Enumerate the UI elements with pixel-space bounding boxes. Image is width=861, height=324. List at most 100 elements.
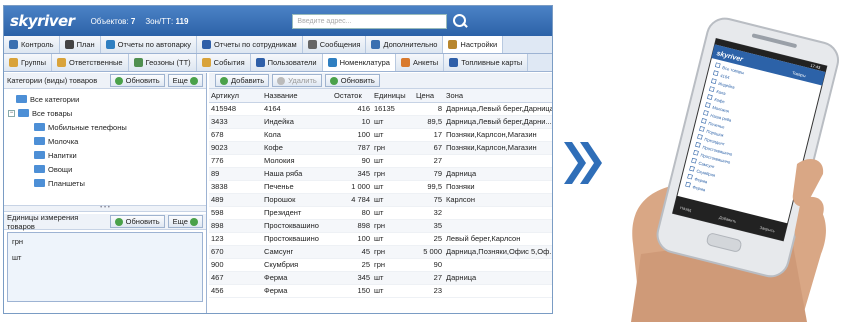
- table-row[interactable]: 900 Скумбрия 25 грн 90: [209, 258, 552, 272]
- table-row[interactable]: 678 Кола 100 шт 17 Позняки,Карлсон,Магазин: [209, 128, 552, 142]
- table-cell: Кола: [262, 128, 332, 142]
- table-cell: Дарница,Левый берег,Дарница: [444, 102, 553, 116]
- sub-tab-label: Анкеты: [412, 58, 439, 67]
- table-cell: [444, 284, 552, 298]
- objects-label: Объектов:: [90, 16, 129, 26]
- table-row[interactable]: 489 Порошок 4 784 шт 75 Карлсон: [209, 193, 552, 207]
- objects-value: 7: [130, 16, 136, 26]
- sub-tab-7[interactable]: Топливные карты: [444, 54, 529, 71]
- units-header: Единицы измерения товаров Обновить Еще: [4, 213, 206, 231]
- table-cell: шт: [372, 284, 414, 298]
- main-tab-3[interactable]: Отчеты по сотрудникам: [197, 36, 303, 53]
- table-cell: [444, 154, 552, 168]
- search-icon[interactable]: [452, 13, 468, 29]
- collapse-icon[interactable]: −: [8, 109, 15, 117]
- tree-node-label: Все категории: [30, 94, 80, 104]
- units-refresh-label: Обновить: [125, 217, 160, 226]
- column-header[interactable]: Цена: [414, 89, 444, 103]
- tree-node-label: Молочка: [48, 136, 79, 146]
- phone-illustration: skyriver Товары 17:43 Назад Добавить Зак…: [631, 17, 840, 322]
- users-icon: [255, 58, 265, 67]
- refresh-icon: [329, 76, 338, 85]
- table-row[interactable]: 3838 Печенье 1 000 шт 99,5 Позняки: [209, 180, 552, 194]
- table-row[interactable]: 898 Простоквашино 898 грн 35: [209, 219, 552, 233]
- splitter-handle[interactable]: • • •: [4, 205, 206, 212]
- items-refresh-button[interactable]: Обновить: [324, 74, 380, 87]
- list-item[interactable]: шт: [12, 253, 198, 269]
- table-row[interactable]: 123 Простоквашино 100 шт 25 Левый берег,Карлс…: [209, 232, 552, 246]
- sub-tab-6[interactable]: Анкеты: [395, 54, 445, 71]
- search-icon: [9, 40, 18, 49]
- categories-more-button[interactable]: Еще: [167, 74, 203, 87]
- tree-node[interactable]: − Все товары: [8, 106, 206, 120]
- settings-icon: [448, 40, 458, 49]
- folder-icon: [16, 95, 27, 103]
- table-cell: грн: [372, 141, 414, 155]
- table-row[interactable]: 3433 Индейка 10 шт 89,5 Дарница,Левый берег,Д…: [209, 115, 552, 129]
- people-icon: [202, 40, 212, 49]
- sub-tab-5[interactable]: Номенклатура: [322, 54, 396, 71]
- tree-node[interactable]: Мобильные телефоны: [8, 120, 206, 134]
- table-cell: 89,5: [414, 115, 444, 129]
- main-tab-4[interactable]: Сообщения: [302, 36, 367, 53]
- categories-refresh-button[interactable]: Обновить: [109, 74, 165, 87]
- plus-icon: [220, 76, 228, 85]
- sub-tab-4[interactable]: Пользователи: [250, 54, 323, 71]
- main-tab-label: Контроль: [21, 40, 54, 49]
- delete-button[interactable]: Удалить: [272, 74, 322, 87]
- column-header[interactable]: Единицы: [372, 89, 414, 103]
- tree-node[interactable]: Молочка: [8, 134, 206, 148]
- tree-node[interactable]: Овощи: [8, 162, 206, 176]
- list-item[interactable]: грн: [12, 237, 198, 253]
- table-cell: грн: [372, 219, 414, 233]
- tree-node-label: Планшеты: [48, 178, 85, 188]
- table-row[interactable]: 9023 Кофе 787 грн 67 Позняки,Карлсон,Магазин: [209, 141, 552, 155]
- table-cell: 415948: [209, 102, 262, 116]
- sub-tab-1[interactable]: Ответственные: [52, 54, 129, 71]
- table-cell: Ферма: [262, 284, 332, 298]
- sub-tab-2[interactable]: Геозоны (ТТ): [128, 54, 197, 71]
- sub-tab-3[interactable]: События: [196, 54, 251, 71]
- table-cell: 32: [414, 206, 444, 220]
- table-row[interactable]: 467 Ферма 345 шт 27 Дарница: [209, 271, 552, 285]
- units-refresh-button[interactable]: Обновить: [109, 215, 165, 228]
- tree-node[interactable]: Все категории: [8, 92, 206, 106]
- table-cell: Самсунг: [262, 245, 332, 259]
- address-search-input[interactable]: Введите адрес...: [292, 13, 448, 29]
- sub-tab-0[interactable]: Группы: [4, 54, 52, 71]
- add-button[interactable]: Добавить: [215, 74, 270, 87]
- main-tab-5[interactable]: Дополнительно: [366, 36, 444, 53]
- nomenclature-icon: [327, 58, 337, 67]
- column-header[interactable]: Артикул: [209, 89, 262, 103]
- sub-tab-label: События: [213, 58, 245, 67]
- main-tab-2[interactable]: Отчеты по автопарку: [100, 36, 198, 53]
- categories-more-label: Еще: [172, 76, 188, 85]
- table-cell: Карлсон: [444, 193, 552, 207]
- sub-tab-label: Пользователи: [267, 58, 317, 67]
- sub-tab-label: Номенклатура: [339, 58, 390, 67]
- table-cell: 25: [332, 258, 372, 272]
- folder-icon: [9, 58, 18, 67]
- pencil-icon: [64, 40, 74, 49]
- folder-icon: [18, 109, 29, 117]
- card-icon: [449, 58, 459, 67]
- table-row[interactable]: 415948 4164 416 16135 8 Дарница,Левый берег,Д…: [209, 102, 553, 116]
- table-row[interactable]: 598 Президент 80 шт 32: [209, 206, 552, 220]
- main-tab-6[interactable]: Настройки: [443, 36, 504, 53]
- table-cell: 900: [209, 258, 262, 272]
- table-row[interactable]: 776 Молокия 90 шт 27: [209, 154, 552, 168]
- column-header[interactable]: Название: [262, 89, 332, 103]
- tree-node[interactable]: Напитки: [8, 148, 206, 162]
- table-row[interactable]: 670 Самсунг 45 грн 5 000 Дарница,Позняки,Офис…: [209, 245, 552, 259]
- units-more-button[interactable]: Еще: [167, 215, 203, 228]
- main-tab-1[interactable]: План: [59, 36, 101, 53]
- table-row[interactable]: 89 Наша ряба 345 грн 79 Дарница: [209, 167, 552, 181]
- column-header[interactable]: Зона: [444, 89, 552, 103]
- folder-icon: [34, 137, 45, 145]
- column-header[interactable]: Остаток: [332, 89, 372, 103]
- tree-node-label: Мобильные телефоны: [48, 122, 127, 132]
- tree-node[interactable]: Планшеты: [8, 176, 206, 190]
- main-tab-0[interactable]: Контроль: [4, 36, 60, 53]
- table-row[interactable]: 456 Ферма 150 шт 23: [209, 284, 552, 298]
- logo: skyriver: [10, 12, 75, 30]
